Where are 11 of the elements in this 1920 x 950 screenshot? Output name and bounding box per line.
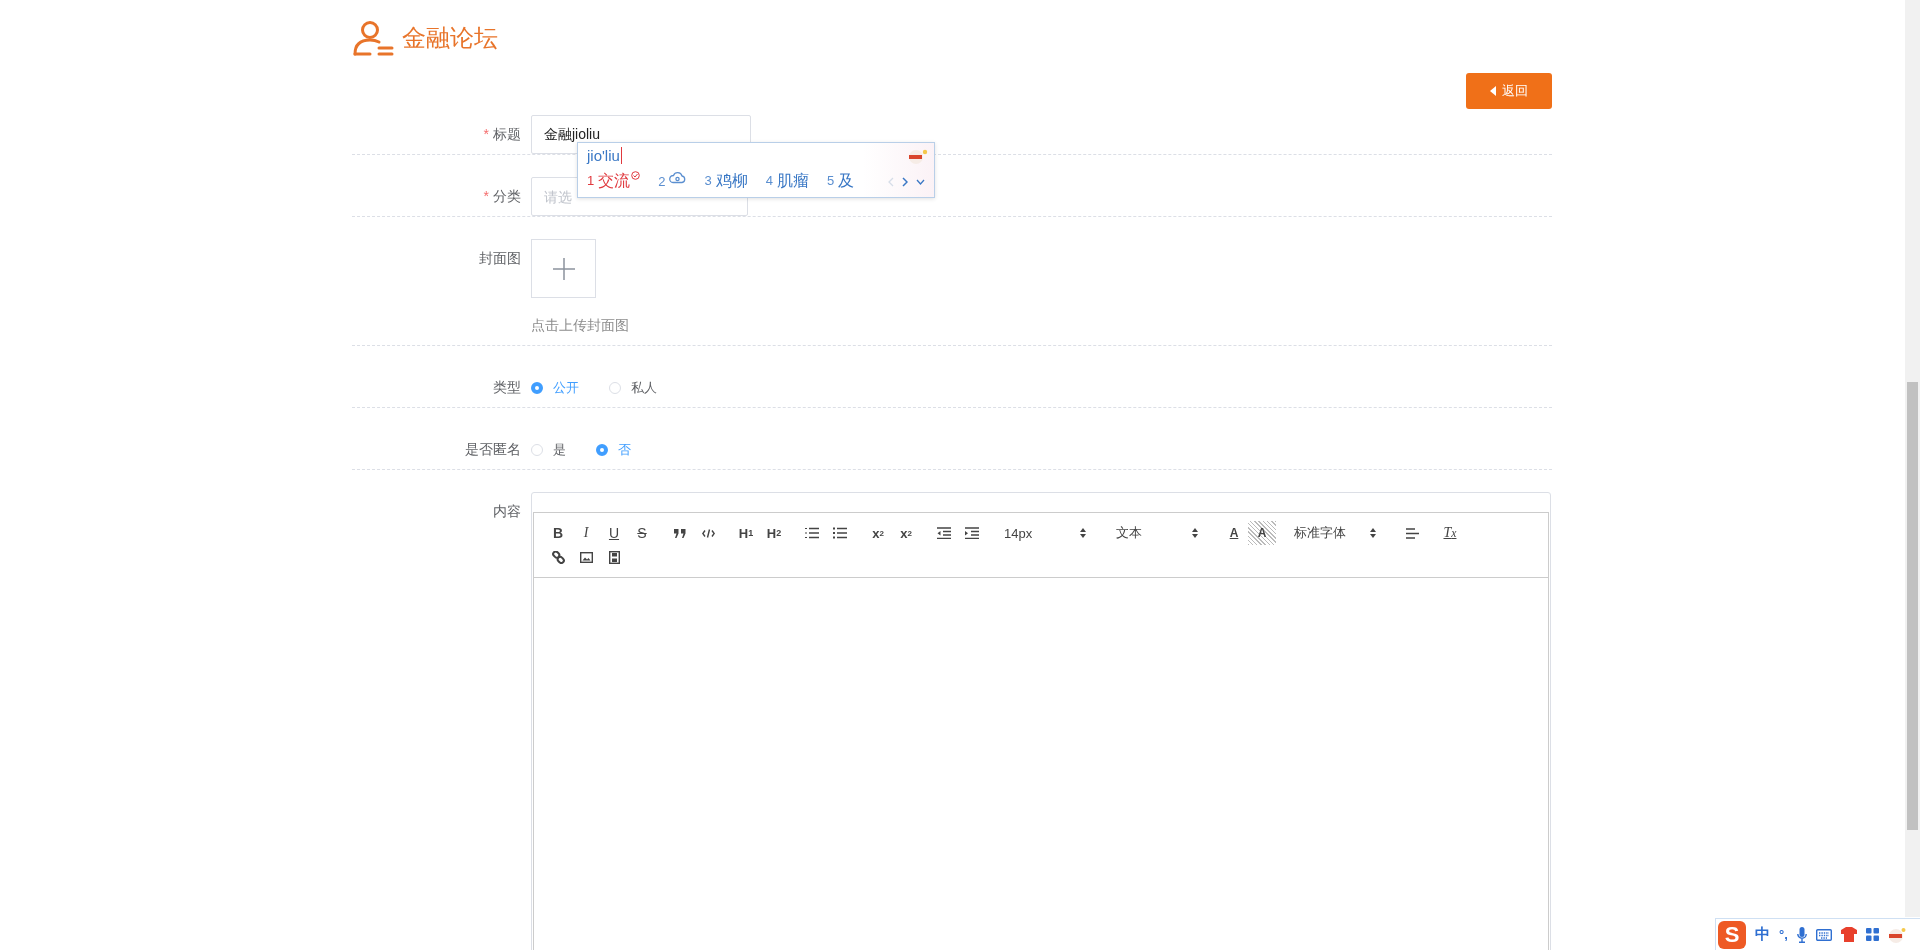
field-label: 封面图 [478, 249, 522, 268]
upload-hint: 点击上传封面图 [531, 316, 629, 335]
field-label: 分类 [493, 188, 521, 204]
field-label: 标题 [493, 126, 521, 142]
page-title: 金融论坛 [402, 23, 498, 53]
required-mark: * [483, 126, 489, 142]
field-label: 内容 [492, 502, 522, 521]
required-mark: * [483, 188, 489, 204]
field-label: 是否匿名 [464, 440, 522, 459]
ime-composition: jio'liu [587, 147, 622, 164]
field-label: 类型 [492, 378, 522, 397]
